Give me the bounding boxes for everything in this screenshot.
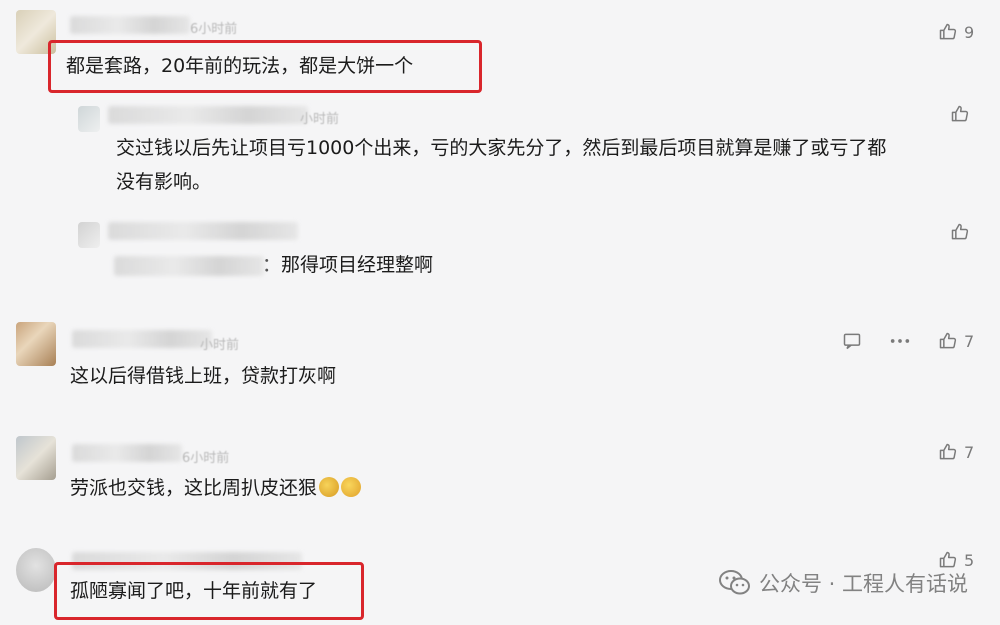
username[interactable] (108, 106, 308, 124)
like-count: 7 (964, 331, 975, 351)
like-button[interactable] (950, 104, 970, 124)
comment-text: ：那得项目经理整啊 (262, 254, 434, 276)
timestamp: 小时前 (300, 112, 340, 127)
thumbs-up-icon (951, 105, 969, 122)
like-count: 7 (964, 442, 975, 462)
username[interactable] (108, 222, 298, 240)
reply-icon[interactable] (842, 331, 862, 355)
username[interactable] (72, 444, 182, 462)
thumbs-up-icon (951, 223, 969, 240)
more-icon[interactable] (889, 331, 911, 355)
like-button[interactable]: 7 (938, 442, 974, 462)
emoji-icon (341, 477, 362, 497)
emoji-icon (319, 477, 340, 497)
comment-text-continued: 没有影响。 (116, 171, 212, 193)
thumbs-up-icon (939, 443, 957, 460)
comment-text: 都是套路，20年前的玩法，都是大饼一个 (66, 55, 414, 77)
watermark: 公众号 · 工程人有话说 (718, 568, 968, 598)
avatar[interactable] (16, 436, 56, 480)
like-count: 9 (964, 22, 975, 42)
avatar[interactable] (78, 106, 100, 132)
avatar[interactable] (78, 222, 100, 248)
username[interactable] (72, 330, 212, 348)
avatar[interactable] (16, 322, 56, 366)
thumbs-up-icon (939, 23, 957, 40)
wechat-icon (718, 570, 750, 595)
timestamp: 6小时前 (182, 451, 230, 466)
like-button[interactable]: 9 (938, 22, 974, 42)
avatar[interactable] (16, 548, 56, 592)
username[interactable] (70, 16, 190, 34)
like-button[interactable] (950, 222, 970, 242)
comment-text: 这以后得借钱上班，贷款打灰啊 (70, 365, 337, 387)
timestamp: 6小时前 (190, 22, 238, 37)
comment-text: 孤陋寡闻了吧，十年前就有了 (70, 580, 318, 602)
comment-text: 交过钱以后先让项目亏1000个出来，亏的大家先分了，然后到最后项目就算是赚了或亏… (116, 137, 887, 159)
thumbs-up-icon (939, 551, 957, 568)
blurred-mention (114, 256, 264, 276)
like-count: 5 (964, 550, 975, 570)
like-button[interactable]: 7 (938, 331, 974, 351)
thumbs-up-icon (939, 332, 957, 349)
timestamp: 小时前 (200, 338, 240, 353)
comment-text: 劳派也交钱，这比周扒皮还狠 (70, 472, 362, 504)
like-button[interactable]: 5 (938, 550, 974, 570)
watermark-text: 公众号 · 工程人有话说 (758, 572, 968, 596)
